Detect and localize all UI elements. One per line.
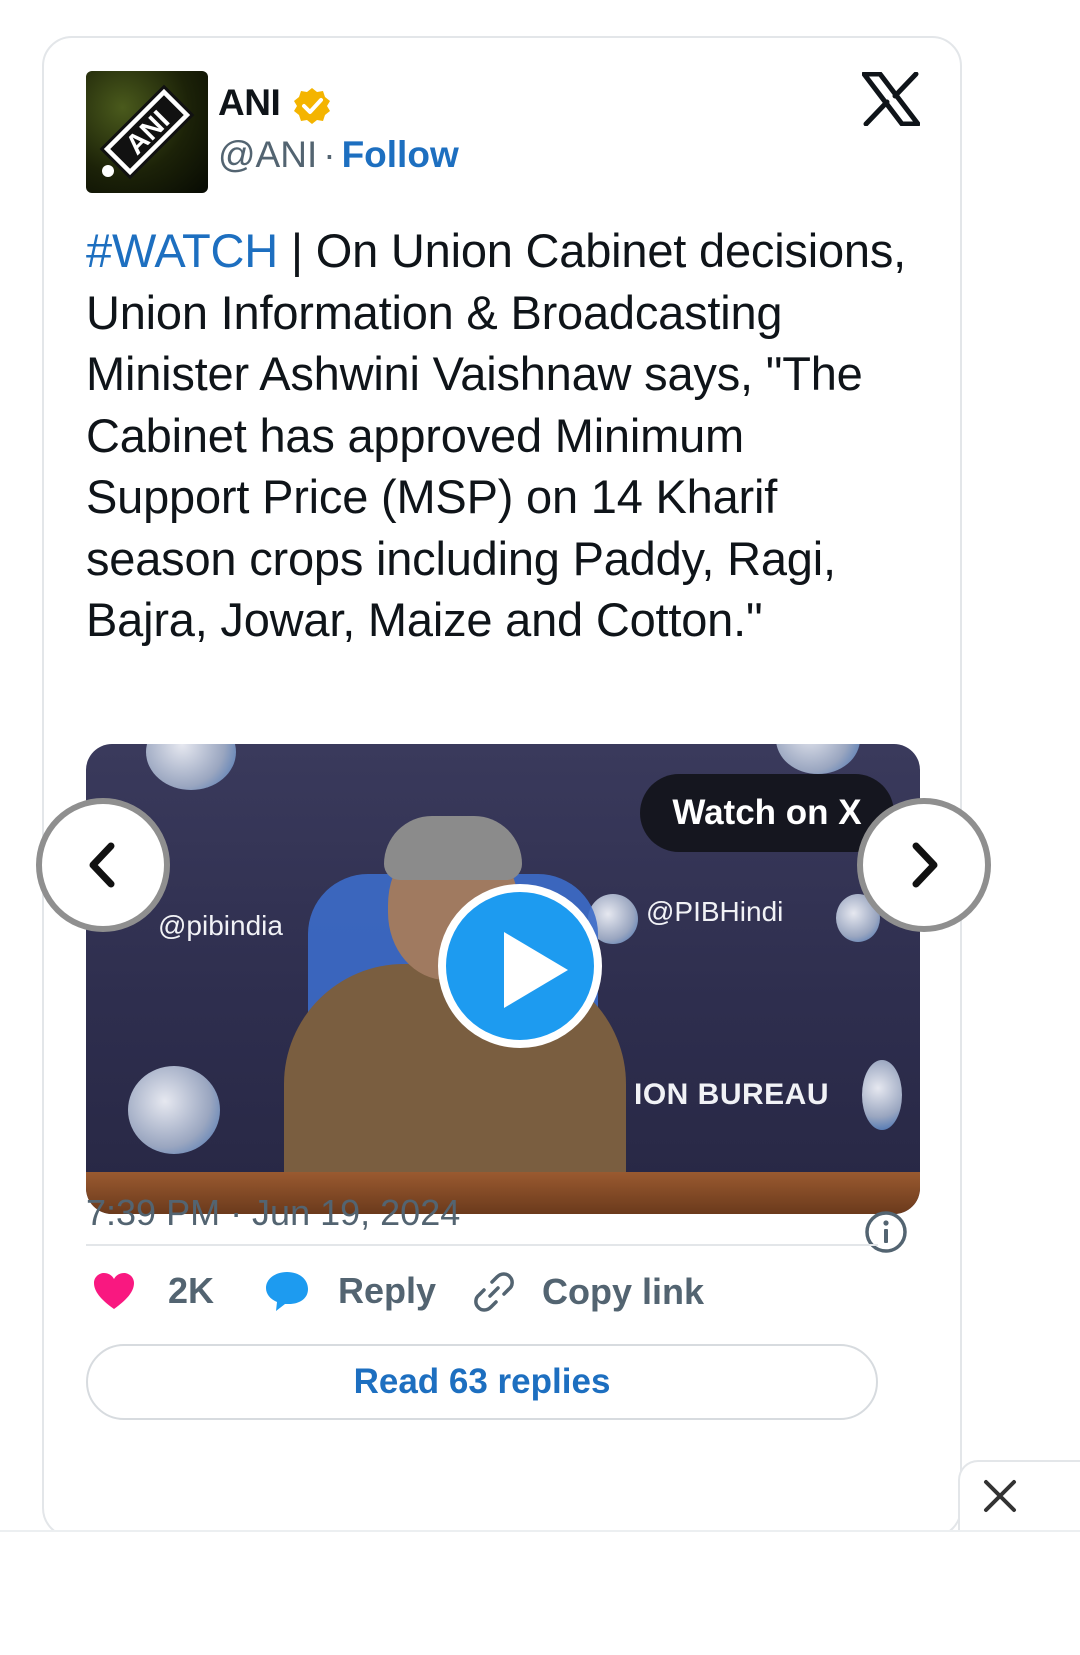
bottom-ad-area <box>0 1530 1080 1655</box>
copy-link-label: Copy link <box>542 1271 705 1312</box>
wall-banner-text: ION BUREAU <box>634 1078 830 1111</box>
copy-link-button[interactable]: Copy link <box>472 1270 704 1314</box>
separator-dot: · <box>323 134 336 175</box>
watch-on-x-button[interactable]: Watch on X <box>640 774 894 852</box>
author-handle-row: @ANI · Follow <box>218 134 459 176</box>
tweet-text: #WATCH | On Union Cabinet decisions, Uni… <box>86 220 916 651</box>
reply-bubble-icon <box>266 1272 308 1311</box>
follow-link[interactable]: Follow <box>342 134 459 175</box>
author-handle[interactable]: @ANI <box>218 134 317 175</box>
pib-logo-bottom-left <box>128 1066 220 1154</box>
chevron-right-icon <box>912 842 938 888</box>
play-button-icon[interactable] <box>438 884 602 1048</box>
tweet-timestamp[interactable]: 7:39 PM · Jun 19, 2024 <box>86 1192 460 1234</box>
wall-handle-right: @PIBHindi <box>646 896 784 927</box>
info-icon[interactable] <box>864 1210 908 1254</box>
tweet-embed-card: ANI ANI @ANI · Follow #WATCH | On Union Ca… <box>42 36 962 1538</box>
hashtag-link[interactable]: #WATCH <box>86 224 278 277</box>
heart-icon <box>94 1273 134 1309</box>
wall-handle-left: @pibindia <box>158 910 283 941</box>
reply-label: Reply <box>338 1270 437 1311</box>
read-replies-button[interactable]: Read 63 replies <box>86 1344 878 1420</box>
pib-logo-top-right <box>776 744 860 774</box>
verified-badge-icon <box>294 88 330 124</box>
close-ad-button[interactable] <box>958 1460 1080 1530</box>
x-logo-icon[interactable] <box>862 72 920 126</box>
divider <box>86 1244 878 1246</box>
link-icon <box>474 1272 514 1312</box>
video-thumbnail[interactable]: @pibindia @PIBHindi ION BUREAU Watch on … <box>86 744 920 1214</box>
speaker-hair <box>384 816 522 880</box>
author-avatar[interactable]: ANI <box>86 71 208 193</box>
close-icon <box>984 1480 1016 1512</box>
ani-logo-icon: ANI <box>99 84 195 180</box>
like-count: 2K <box>168 1270 215 1311</box>
like-button[interactable]: 2K <box>92 1270 214 1312</box>
pib-logo-top-left <box>146 744 236 790</box>
chevron-left-icon <box>89 842 115 888</box>
carousel-next-button[interactable] <box>857 798 991 932</box>
reply-button[interactable]: Reply <box>264 1270 436 1312</box>
tweet-body: | On Union Cabinet decisions, Union Info… <box>86 224 907 646</box>
carousel-prev-button[interactable] <box>36 798 170 932</box>
pib-logo-bottom-right <box>862 1060 902 1130</box>
author-name[interactable]: ANI <box>218 82 281 124</box>
